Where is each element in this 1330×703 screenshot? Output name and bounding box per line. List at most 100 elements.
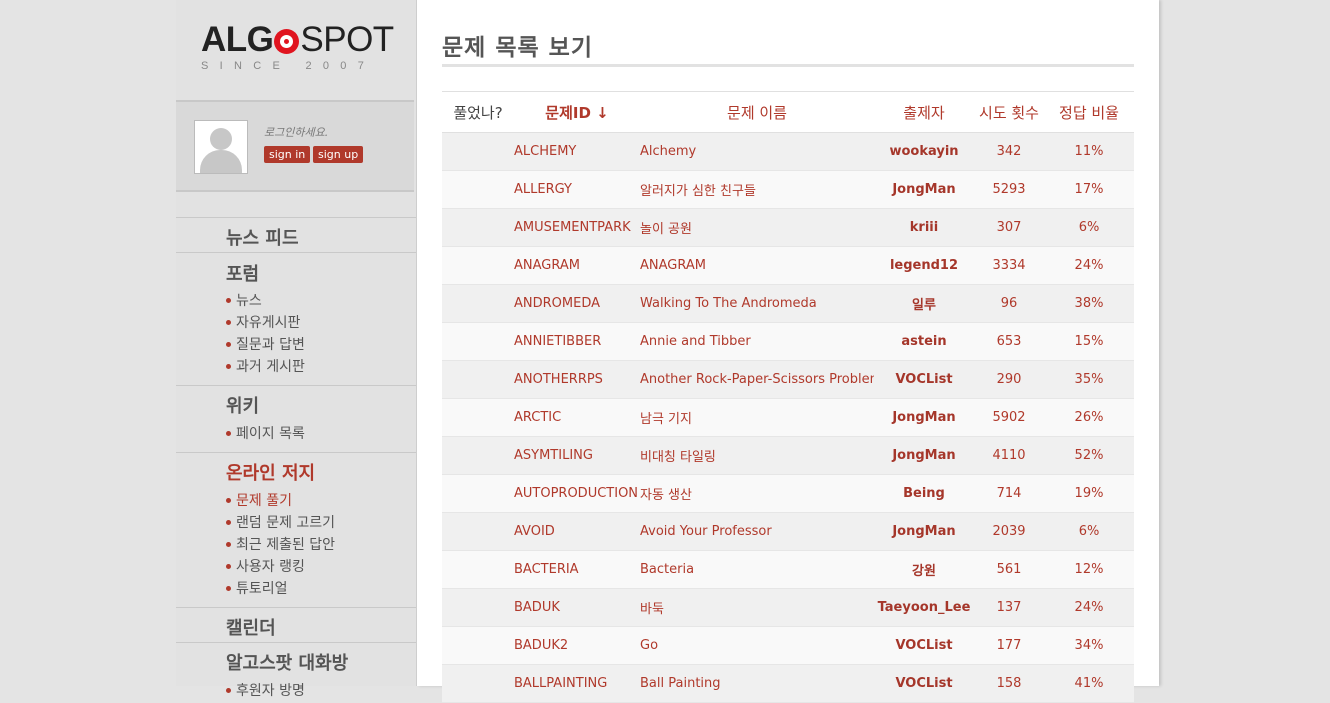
solved-cell: [442, 133, 514, 171]
problem-id-link[interactable]: AVOID: [514, 513, 640, 551]
sign-in-button[interactable]: sign in: [264, 146, 311, 163]
problem-id-link[interactable]: BACTERIA: [514, 551, 640, 589]
main-content: 문제 목록 보기 풀었나? 문제ID ↓ 문제 이름 출제자 시도 횟수 정답 …: [417, 0, 1159, 703]
author-link[interactable]: JongMan: [874, 399, 974, 437]
author-link[interactable]: JongMan: [874, 171, 974, 209]
problem-name-link[interactable]: Alchemy: [640, 133, 874, 171]
header-tries[interactable]: 시도 횟수: [974, 92, 1044, 133]
problem-id-link[interactable]: AMUSEMENTPARK: [514, 209, 640, 247]
header-author[interactable]: 출제자: [874, 92, 974, 133]
author-link[interactable]: JongMan: [874, 437, 974, 475]
nav-item-label: 튜토리얼: [236, 581, 288, 597]
solved-cell: [442, 171, 514, 209]
tries-count: 653: [996, 334, 1022, 349]
table-row: BACTERIA Bacteria 강원 561 12%: [442, 550, 1134, 589]
author-link[interactable]: VOCList: [874, 665, 974, 703]
nav-item-label: 과거 게시판: [236, 359, 305, 375]
problem-name-link[interactable]: Walking To The Andromeda: [640, 285, 874, 323]
nav-item-user-ranking[interactable]: 사용자 랭킹: [226, 556, 305, 576]
solved-cell: [442, 399, 514, 437]
page-title: 문제 목록 보기: [442, 35, 593, 61]
problem-name-link[interactable]: 남극 기지: [640, 399, 874, 437]
problem-name-link[interactable]: 비대칭 타일링: [640, 437, 874, 475]
tries-count: 3334: [992, 258, 1026, 273]
author-link[interactable]: wookayin: [874, 133, 974, 171]
problem-name-link[interactable]: Bacteria: [640, 551, 874, 589]
header-problem-id[interactable]: 문제ID ↓: [514, 92, 640, 133]
logo-spot-text: SPOT: [300, 20, 394, 59]
problem-id-link[interactable]: BADUK2: [514, 627, 640, 665]
author-link[interactable]: Taeyoon_Lee: [874, 589, 974, 627]
nav-item-news[interactable]: 뉴스: [226, 290, 262, 310]
bullet-icon: [226, 342, 231, 347]
author-link[interactable]: JongMan: [874, 513, 974, 551]
author-link[interactable]: kriii: [874, 209, 974, 247]
tries-count: 2039: [992, 524, 1026, 539]
nav-wiki-title[interactable]: 위키: [226, 392, 259, 418]
nav-item-sponsor-guestbook[interactable]: 후원자 방명: [226, 680, 305, 700]
problem-name-link[interactable]: 알러지가 심한 친구들: [640, 171, 874, 209]
problem-table: 풀었나? 문제ID ↓ 문제 이름 출제자 시도 횟수 정답 비율 ALCHEM…: [442, 91, 1134, 703]
problem-id-link[interactable]: BALLPAINTING: [514, 665, 640, 703]
nav-divider: [176, 607, 416, 608]
problem-id-link[interactable]: BADUK: [514, 589, 640, 627]
author-link[interactable]: 일루: [874, 285, 974, 323]
nav-item-random-problem[interactable]: 랜덤 문제 고르기: [226, 512, 335, 532]
solved-cell: [442, 551, 514, 589]
problem-name-link[interactable]: Another Rock-Paper-Scissors Problem: [640, 361, 874, 399]
problem-id-link[interactable]: ARCTIC: [514, 399, 640, 437]
nav-item-old-board[interactable]: 과거 게시판: [226, 356, 305, 376]
problem-id-link[interactable]: ALLERGY: [514, 171, 640, 209]
nav-chat-title[interactable]: 알고스팟 대화방: [226, 649, 348, 675]
solved-cell: [442, 475, 514, 513]
problem-id-link[interactable]: ANAGRAM: [514, 247, 640, 285]
problem-id-link[interactable]: ANOTHERRPS: [514, 361, 640, 399]
problem-name-link[interactable]: Ball Painting: [640, 665, 874, 703]
tries-count: 96: [1000, 296, 1018, 311]
nav-item-qna[interactable]: 질문과 답변: [226, 334, 305, 354]
correct-ratio: 41%: [1074, 676, 1104, 691]
avatar: [194, 120, 248, 174]
header-problem-name[interactable]: 문제 이름: [640, 92, 874, 133]
author-link[interactable]: 강원: [874, 551, 974, 589]
problem-name-link[interactable]: Annie and Tibber: [640, 323, 874, 361]
sign-up-button[interactable]: sign up: [313, 146, 364, 163]
nav-item-solve-problems[interactable]: 문제 풀기: [226, 490, 292, 510]
problem-name-link[interactable]: ANAGRAM: [640, 247, 874, 285]
tries-count: 342: [996, 144, 1022, 159]
problem-name-link[interactable]: 바둑: [640, 589, 874, 627]
problem-id-link[interactable]: ASYMTILING: [514, 437, 640, 475]
problem-name-link[interactable]: Avoid Your Professor: [640, 513, 874, 551]
nav-item-free-board[interactable]: 자유게시판: [226, 312, 300, 332]
author-link[interactable]: legend12: [874, 247, 974, 285]
author-link[interactable]: VOCList: [874, 627, 974, 665]
table-row: ANDROMEDA Walking To The Andromeda 일루 96 38%: [442, 284, 1134, 323]
algospot-logo[interactable]: ALG SPOT SINCE 2007: [201, 22, 421, 78]
problem-id-link[interactable]: ANNIETIBBER: [514, 323, 640, 361]
table-row: BADUK2 Go VOCList 177 34%: [442, 626, 1134, 665]
problem-id-link[interactable]: ALCHEMY: [514, 133, 640, 171]
author-link[interactable]: astein: [874, 323, 974, 361]
problem-id-link[interactable]: ANDROMEDA: [514, 285, 640, 323]
nav-forum-title[interactable]: 포럼: [226, 260, 259, 286]
nav-judge-title[interactable]: 온라인 저지: [226, 459, 315, 485]
table-row: ANOTHERRPS Another Rock-Paper-Scissors Pr…: [442, 360, 1134, 399]
problem-id-link[interactable]: AUTOPRODUCTION: [514, 475, 640, 513]
nav-item-page-list[interactable]: 페이지 목록: [226, 423, 305, 443]
author-link[interactable]: Being: [874, 475, 974, 513]
problem-name-link[interactable]: 자동 생산: [640, 475, 874, 513]
nav-divider: [176, 252, 416, 253]
table-row: AVOID Avoid Your Professor JongMan 2039 6%: [442, 512, 1134, 551]
correct-ratio: 17%: [1074, 182, 1104, 197]
problem-name-link[interactable]: 놀이 공원: [640, 209, 874, 247]
nav-item-label: 최근 제출된 답안: [236, 537, 336, 553]
author-link[interactable]: VOCList: [874, 361, 974, 399]
nav-item-tutorial[interactable]: 튜토리얼: [226, 578, 288, 598]
correct-ratio: 12%: [1074, 562, 1104, 577]
problem-name-link[interactable]: Go: [640, 627, 874, 665]
nav-news-feed[interactable]: 뉴스 피드: [226, 224, 299, 250]
header-ratio[interactable]: 정답 비율: [1044, 92, 1134, 133]
sidebar: ALG SPOT SINCE 2007 로그인하세요. sign in sign …: [176, 0, 417, 699]
nav-item-recent-submissions[interactable]: 최근 제출된 답안: [226, 534, 335, 554]
nav-calendar[interactable]: 캘린더: [226, 614, 276, 640]
